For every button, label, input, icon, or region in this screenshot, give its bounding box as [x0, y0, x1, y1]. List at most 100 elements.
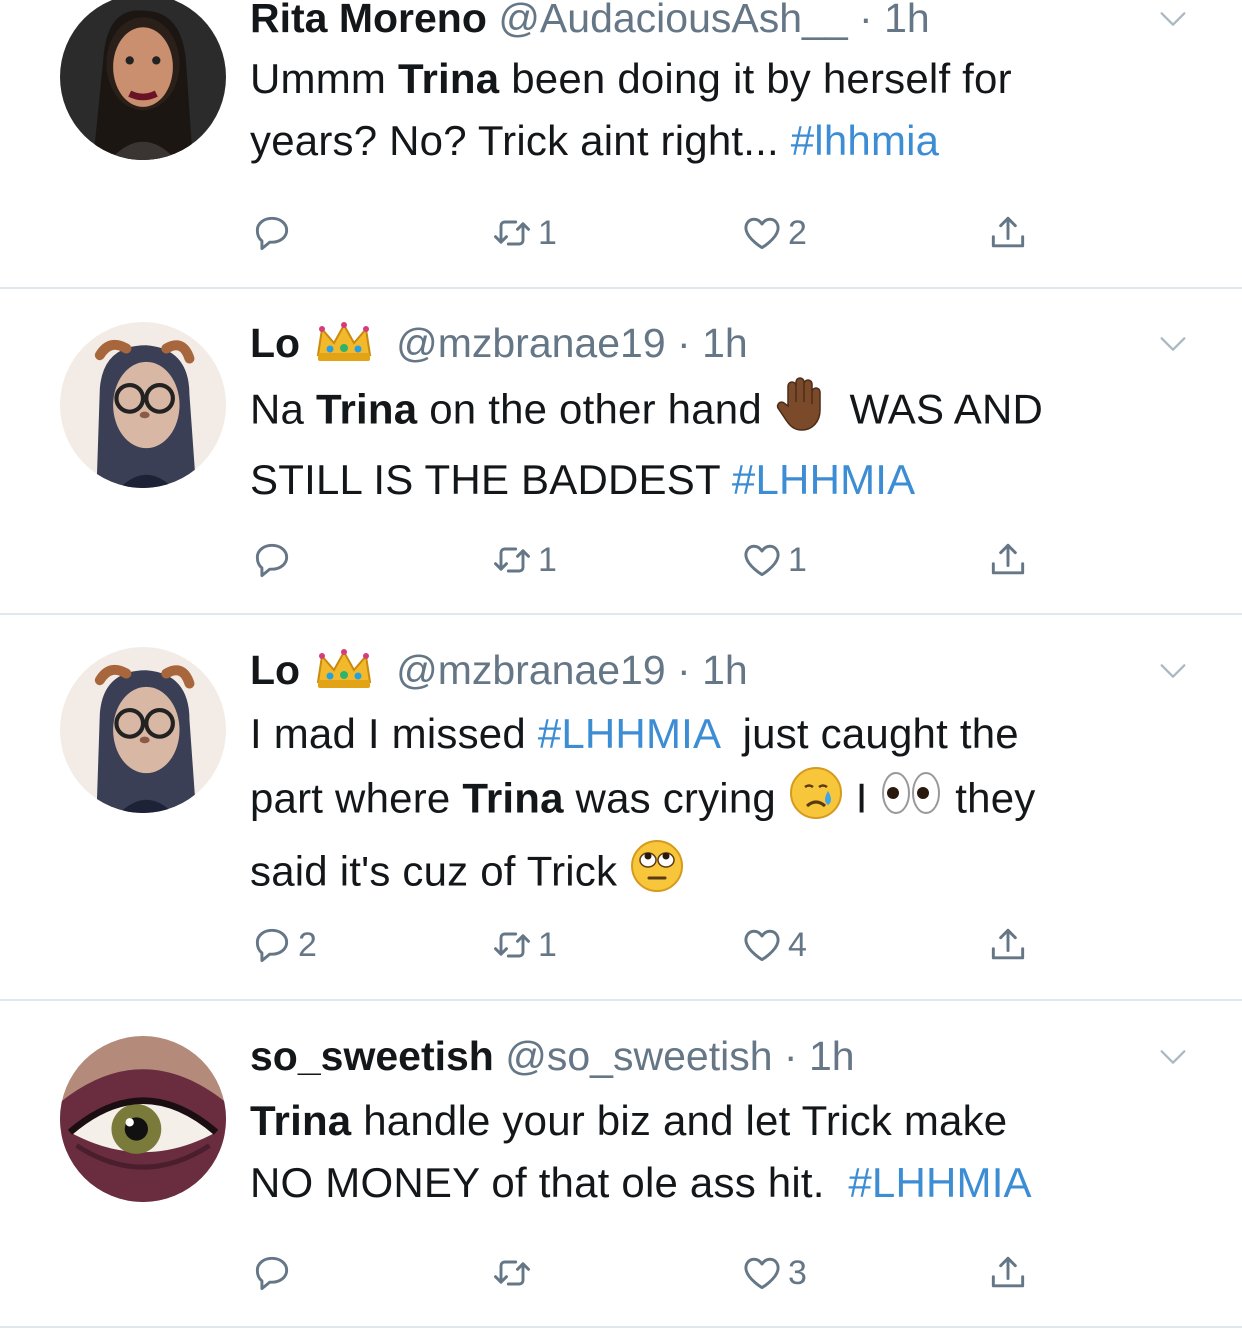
share-button[interactable] — [986, 921, 1030, 969]
reply-icon — [250, 211, 294, 255]
like-count: 4 — [788, 925, 807, 964]
like-button[interactable]: 3 — [740, 1249, 807, 1297]
like-icon — [740, 211, 784, 255]
tweet-header: Lo @mzbranae19 · 1h — [250, 646, 748, 700]
reply-button[interactable]: 2 — [250, 921, 317, 969]
display-name[interactable]: Lo — [250, 320, 300, 366]
tweet-actions: 11 — [250, 536, 1050, 584]
display-name[interactable]: Lo — [250, 647, 300, 693]
reply-count: 2 — [298, 925, 317, 964]
crying-face-emoji — [788, 765, 844, 838]
display-name[interactable]: Rita Moreno — [250, 0, 487, 41]
tweet-text-line: STILL IS THE BADDEST #LHHMIA — [250, 449, 1190, 511]
eye-roll-emoji — [629, 838, 685, 911]
highlighted-keyword: Trina — [315, 385, 418, 433]
retweet-count: 1 — [538, 213, 557, 252]
like-button[interactable]: 2 — [740, 209, 807, 257]
hashtag-link[interactable]: #LHHMIA — [538, 710, 719, 757]
user-handle[interactable]: @mzbranae19 — [396, 647, 666, 693]
display-name[interactable]: so_sweetish — [250, 1033, 494, 1079]
hashtag-link[interactable]: #lhhmia — [791, 117, 939, 164]
share-button[interactable] — [986, 209, 1030, 257]
tweet-header: so_sweetish @so_sweetish · 1h — [250, 1032, 855, 1080]
crown-icon — [314, 319, 374, 373]
like-count: 1 — [788, 540, 807, 579]
chevron-down-icon[interactable] — [1156, 2, 1190, 36]
retweet-count: 1 — [538, 925, 557, 964]
separator-dot: · — [665, 320, 703, 366]
tweet-text: Ummm Trina been doing it by herself for y… — [250, 48, 1190, 172]
chevron-down-icon[interactable] — [1156, 327, 1190, 361]
tweet-text-segment: just caught the — [718, 710, 1019, 757]
like-icon — [740, 538, 784, 582]
tweet-text-segment: STILL IS THE BADDEST — [250, 456, 732, 503]
hashtag-link[interactable]: #LHHMIA — [848, 1159, 1031, 1206]
tweet-text: Na Trina on the other hand WAS AND STILL … — [250, 376, 1190, 511]
tweet-text-segment: NO MONEY of that ole ass hit. — [250, 1159, 849, 1206]
tweet-header: Lo @mzbranae19 · 1h — [250, 319, 748, 373]
highlighted-keyword: Trina — [250, 1097, 352, 1144]
tweet-text-segment: handle your biz and let Trick make — [351, 1097, 1008, 1144]
reply-button[interactable] — [250, 1249, 298, 1297]
reply-icon — [250, 923, 294, 967]
tweet-text: I mad I missed #LHHMIA just caught the pa… — [250, 703, 1190, 911]
avatar[interactable] — [60, 1036, 226, 1202]
retweet-button[interactable] — [490, 1249, 538, 1297]
retweet-icon — [490, 1251, 534, 1295]
tweet-text-segment: on the other hand — [417, 385, 774, 433]
highlighted-keyword: Trina — [397, 55, 500, 102]
like-count: 3 — [788, 1253, 807, 1292]
like-icon — [740, 923, 784, 967]
avatar[interactable] — [60, 0, 226, 160]
tweet-divider — [0, 613, 1242, 615]
user-handle[interactable]: @so_sweetish — [505, 1033, 772, 1079]
highlighted-keyword: Trina — [462, 774, 564, 822]
tweet-text-segment: WAS AND — [825, 385, 1044, 433]
tweet-actions: 3 — [250, 1249, 1050, 1297]
tweet-timestamp[interactable]: 1h — [702, 647, 748, 693]
retweet-icon — [490, 923, 534, 967]
reply-button[interactable] — [250, 536, 298, 584]
like-button[interactable]: 4 — [740, 921, 807, 969]
share-icon — [986, 211, 1030, 255]
retweet-button[interactable]: 1 — [490, 209, 557, 257]
reply-icon — [250, 538, 294, 582]
tweet-text-segment: Ummm — [250, 55, 398, 102]
tweet-timestamp[interactable]: 1h — [809, 1033, 855, 1079]
separator-dot: · — [665, 647, 703, 693]
avatar[interactable] — [60, 647, 226, 813]
tweet-text-line: I mad I missed #LHHMIA just caught the — [250, 703, 1190, 765]
user-handle[interactable]: @AudaciousAsh__ — [498, 0, 847, 41]
retweet-icon — [490, 538, 534, 582]
chevron-down-icon[interactable] — [1156, 1040, 1190, 1074]
share-icon — [986, 538, 1030, 582]
user-handle[interactable]: @mzbranae19 — [396, 320, 666, 366]
separator-dot: · — [772, 1033, 809, 1079]
reply-icon — [250, 1251, 294, 1295]
tweet-timestamp[interactable]: 1h — [702, 320, 748, 366]
like-count: 2 — [788, 213, 807, 252]
avatar[interactable] — [60, 322, 226, 488]
hashtag-link[interactable]: #LHHMIA — [732, 456, 915, 503]
raised-hand-emoji — [774, 376, 826, 449]
tweet-text-line: NO MONEY of that ole ass hit. #LHHMIA — [250, 1152, 1190, 1214]
share-button[interactable] — [986, 1249, 1030, 1297]
tweet-text-line: years? No? Trick aint right... #lhhmia — [250, 110, 1190, 172]
tweet-divider — [0, 287, 1242, 289]
reply-button[interactable] — [250, 209, 298, 257]
tweet-text-line: Na Trina on the other hand WAS AND — [250, 376, 1190, 449]
retweet-button[interactable]: 1 — [490, 921, 557, 969]
like-button[interactable]: 1 — [740, 536, 807, 584]
tweet-header: Rita Moreno @AudaciousAsh__ · 1h — [250, 0, 930, 42]
retweet-icon — [490, 211, 534, 255]
chevron-down-icon[interactable] — [1156, 654, 1190, 688]
tweet-text-segment: been doing it by herself for — [499, 55, 1012, 102]
tweet-timestamp[interactable]: 1h — [884, 0, 930, 41]
share-button[interactable] — [986, 536, 1030, 584]
tweet-text-line: Ummm Trina been doing it by herself for — [250, 48, 1190, 110]
crown-icon — [314, 646, 374, 700]
retweet-button[interactable]: 1 — [490, 536, 557, 584]
tweet-divider — [0, 1326, 1242, 1328]
tweet-text-line: said it's cuz of Trick — [250, 838, 1190, 911]
tweet-text: Trina handle your biz and let Trick make… — [250, 1090, 1190, 1214]
